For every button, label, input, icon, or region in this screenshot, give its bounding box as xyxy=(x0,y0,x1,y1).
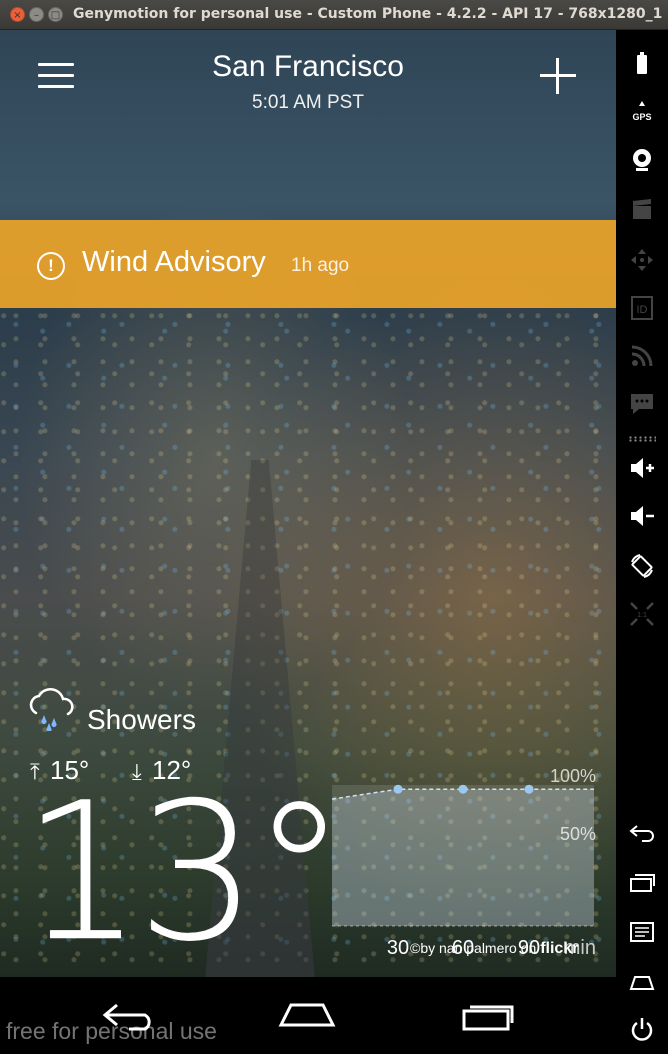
copyright-icon: © xyxy=(410,940,421,956)
menu-icon[interactable] xyxy=(626,916,658,948)
device-id-icon[interactable]: ID xyxy=(626,292,658,324)
rotate-icon[interactable] xyxy=(626,550,658,582)
weather-screen: San Francisco 5:01 AM PST ! Wind Advisor… xyxy=(0,30,616,977)
scale-icon[interactable]: 1:1 xyxy=(626,598,658,630)
city-name: San Francisco xyxy=(212,50,404,83)
sms-icon[interactable] xyxy=(626,388,658,420)
watermark-text: free for personal use xyxy=(6,1018,217,1044)
video-capture-icon[interactable] xyxy=(626,194,658,226)
add-location-icon[interactable] xyxy=(540,58,576,94)
toolbar-separator xyxy=(628,436,656,442)
home-icon xyxy=(278,1003,336,1027)
home-icon[interactable] xyxy=(626,966,658,998)
showers-cloud-icon xyxy=(29,687,74,731)
battery-icon[interactable] xyxy=(626,48,658,80)
precip-x-tick-30: 30 xyxy=(387,937,409,956)
nav-home-button[interactable] xyxy=(272,995,342,1035)
volume-up-icon[interactable] xyxy=(626,452,658,484)
precip-y-tick-100: 100% xyxy=(550,766,596,786)
genymotion-toolbar: GPS ID 1:1 xyxy=(616,30,668,1054)
gps-icon[interactable]: GPS xyxy=(626,96,658,128)
precip-area xyxy=(332,789,594,926)
precip-point xyxy=(524,784,534,794)
precip-point xyxy=(393,784,403,794)
photo-credit-text: by nan palmero on xyxy=(420,940,537,956)
condition-label: Showers xyxy=(87,704,196,735)
window-minimize-button[interactable]: – xyxy=(29,7,44,22)
window-close-button[interactable]: × xyxy=(10,7,25,22)
svg-text:GPS: GPS xyxy=(632,112,651,122)
webcam-icon[interactable] xyxy=(626,144,658,176)
wind-advisory-banner[interactable]: ! Wind Advisory 1h ago xyxy=(0,220,616,308)
nav-recents-button[interactable] xyxy=(453,995,523,1035)
local-time: 5:01 AM PST xyxy=(252,92,364,113)
current-temperature: 13° xyxy=(22,762,347,977)
precip-y-tick-50: 50% xyxy=(560,824,596,844)
back-icon[interactable] xyxy=(626,816,658,848)
advisory-label: Wind Advisory xyxy=(82,246,266,278)
precipitation-chart: 100% 50% 30 60 90 min xyxy=(332,766,596,956)
rss-icon[interactable] xyxy=(626,340,658,372)
recent-apps-icon xyxy=(462,1005,514,1031)
window-titlebar: × – □ Genymotion for personal use - Cust… xyxy=(0,0,668,30)
power-icon[interactable] xyxy=(626,1013,658,1045)
precip-point xyxy=(458,784,468,794)
window-maximize-button[interactable]: □ xyxy=(48,7,63,22)
photo-credit[interactable]: ©by nan palmero on flickr xyxy=(410,940,578,958)
alert-icon: ! xyxy=(37,252,65,280)
flickr-logo: flickr xyxy=(540,940,579,957)
recent-apps-icon[interactable] xyxy=(626,866,658,898)
window-title: Genymotion for personal use - Custom Pho… xyxy=(73,6,663,22)
dpad-icon[interactable] xyxy=(626,244,658,276)
svg-text:ID: ID xyxy=(637,304,648,316)
volume-down-icon[interactable] xyxy=(626,500,658,532)
svg-text:1:1: 1:1 xyxy=(637,612,647,619)
advisory-age: 1h ago xyxy=(291,255,350,276)
